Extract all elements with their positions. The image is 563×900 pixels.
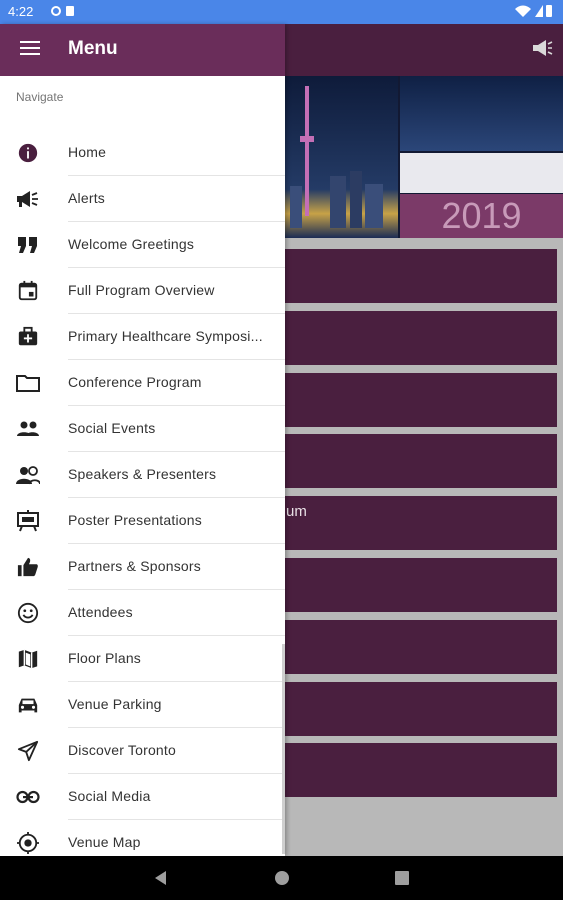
back-icon[interactable] [151,868,171,888]
menu-item-label: Floor Plans [68,650,142,666]
quote-icon [16,233,40,257]
people-icon [16,417,40,441]
drawer-menu: Home Alerts Welcome Greetings Full Progr… [0,130,285,856]
medical-kit-icon [16,325,40,349]
link-icon [16,785,40,809]
menu-item-attendees[interactable]: Attendees [0,590,285,636]
menu-item-label: Alerts [68,190,105,206]
hotel-image [400,76,563,151]
home-button-icon[interactable] [272,868,292,888]
tile-partial-text: um [286,503,307,520]
menu-item-poster-presentations[interactable]: Poster Presentations [0,498,285,544]
drawer-header: Menu [0,24,285,76]
megaphone-icon [16,187,40,211]
menu-item-primary-healthcare-symposium[interactable]: Primary Healthcare Symposi... [0,314,285,360]
menu-item-label: Partners & Sponsors [68,558,201,574]
smiley-icon [16,601,40,625]
location-icon [16,831,40,855]
menu-item-conference-program[interactable]: Conference Program [0,360,285,406]
recents-icon[interactable] [392,868,412,888]
menu-item-label: Discover Toronto [68,742,176,758]
car-icon [16,693,40,717]
banner-year: 2019 [400,194,563,238]
menu-item-label: Venue Parking [68,696,162,712]
system-navigation-bar [0,856,563,900]
speakers-icon [16,463,40,487]
sponsor-logos [400,153,563,193]
menu-item-label: Venue Map [68,834,141,850]
navigate-section-label: Navigate [16,90,64,104]
status-time: 4:22 [8,4,34,19]
status-bar: 4:22 [0,0,563,24]
menu-item-label: Welcome Greetings [68,236,195,252]
menu-item-label: Speakers & Presenters [68,466,217,482]
menu-item-speakers-presenters[interactable]: Speakers & Presenters [0,452,285,498]
menu-item-label: Social Media [68,788,151,804]
thumbs-up-icon [16,555,40,579]
send-icon [16,739,40,763]
status-system-icons [513,3,553,22]
menu-item-label: Attendees [68,604,133,620]
menu-item-welcome-greetings[interactable]: Welcome Greetings [0,222,285,268]
drawer-scrollbar[interactable] [282,644,285,854]
status-notification-icons [50,3,76,22]
menu-item-social-events[interactable]: Social Events [0,406,285,452]
navigation-drawer: Menu Navigate Home Alerts Welcome Greeti… [0,24,285,856]
menu-item-floor-plans[interactable]: Floor Plans [0,636,285,682]
alerts-megaphone-icon[interactable] [531,38,553,63]
menu-item-label: Full Program Overview [68,282,215,298]
menu-item-home[interactable]: Home [0,130,285,176]
menu-item-venue-map[interactable]: Venue Map [0,820,285,856]
menu-item-discover-toronto[interactable]: Discover Toronto [0,728,285,774]
menu-item-venue-parking[interactable]: Venue Parking [0,682,285,728]
menu-item-label: Conference Program [68,374,202,390]
drawer-title: Menu [68,38,118,59]
menu-item-partners-sponsors[interactable]: Partners & Sponsors [0,544,285,590]
map-icon [16,647,40,671]
calendar-icon [16,279,40,303]
menu-item-label: Primary Healthcare Symposi... [68,328,263,344]
menu-item-label: Poster Presentations [68,512,202,528]
menu-item-social-media[interactable]: Social Media [0,774,285,820]
menu-item-alerts[interactable]: Alerts [0,176,285,222]
folder-icon [16,371,40,395]
menu-item-label: Home [68,144,107,160]
easel-icon [16,509,40,533]
info-icon [16,141,40,165]
menu-item-full-program-overview[interactable]: Full Program Overview [0,268,285,314]
hamburger-menu-icon[interactable] [20,41,40,57]
menu-item-label: Social Events [68,420,156,436]
